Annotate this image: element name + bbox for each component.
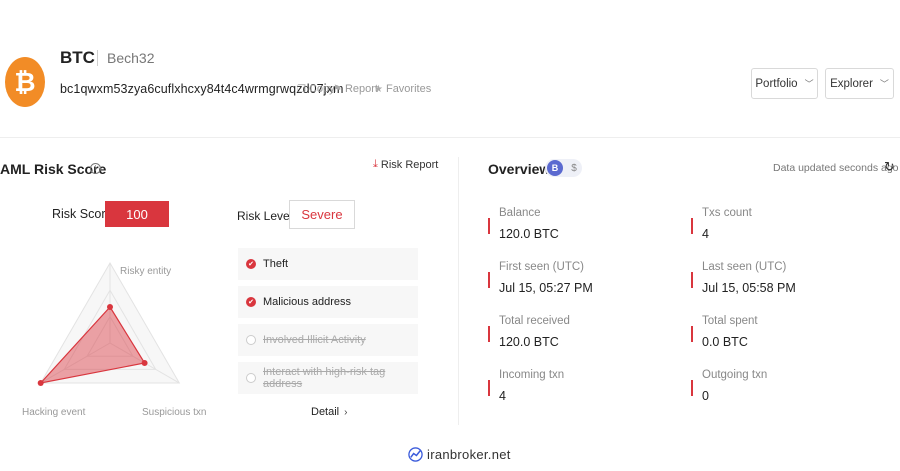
stat-label: Total received xyxy=(499,315,570,327)
risk-level-value: Severe xyxy=(289,200,355,229)
stat-label: Total spent xyxy=(702,315,758,327)
stat-value: 4 xyxy=(499,389,506,403)
stat-label: Txs count xyxy=(702,207,752,219)
report-button[interactable]: ⚑ Report xyxy=(333,83,378,95)
star-icon: ★ xyxy=(374,83,383,95)
portfolio-label: Portfolio xyxy=(755,77,798,90)
copy-label: Copy xyxy=(308,83,335,95)
stat-label: Balance xyxy=(499,207,541,219)
stat-value: 120.0 BTC xyxy=(499,227,559,241)
radar-axis-hacking-event: Hacking event xyxy=(22,407,86,418)
risk-item: ✔ Theft xyxy=(238,248,418,280)
stat-label: Last seen (UTC) xyxy=(702,261,787,273)
risk-item-label: Malicious address xyxy=(263,296,352,308)
risk-report-label: Risk Report xyxy=(380,158,439,171)
stat-value: Jul 15, 05:58 PM xyxy=(702,281,796,295)
empty-circle-icon xyxy=(246,335,256,345)
radar-point xyxy=(107,304,113,310)
stat-value: 0.0 BTC xyxy=(702,335,748,349)
risk-item: ✔ Malicious address xyxy=(238,286,418,318)
chart-trend-icon xyxy=(408,447,423,462)
radar-axis-risky-entity: Risky entity xyxy=(120,266,171,277)
stat-accent-bar xyxy=(488,326,490,342)
refresh-icon[interactable]: ↻ xyxy=(884,160,895,175)
check-icon: ✔ xyxy=(246,297,256,307)
detail-label: Detail xyxy=(311,406,340,418)
stat-value: 120.0 BTC xyxy=(499,335,559,349)
header-divider xyxy=(0,137,900,138)
section-divider xyxy=(458,157,459,425)
info-icon[interactable]: i xyxy=(90,163,101,174)
title-separator xyxy=(97,50,98,66)
favorites-label: Favorites xyxy=(385,83,432,95)
portfolio-dropdown[interactable]: Portfolio ﹀ xyxy=(751,68,818,99)
btc-unit-icon[interactable]: B xyxy=(547,160,563,176)
empty-circle-icon xyxy=(246,373,256,383)
risk-radar-chart: Risky entity Suspicious txn Hacking even… xyxy=(22,262,206,418)
data-updated-text: Data updated seconds ago xyxy=(773,162,899,174)
stat-accent-bar xyxy=(488,272,490,288)
coin-symbol: BTC xyxy=(60,48,95,67)
explorer-label: Explorer xyxy=(830,77,873,90)
risk-item-label: Theft xyxy=(263,258,289,270)
check-icon: ✔ xyxy=(246,259,256,269)
stat-accent-bar xyxy=(691,272,693,288)
stat-accent-bar xyxy=(691,218,693,234)
risk-report-link[interactable]: ⤓ Risk Report xyxy=(373,158,438,171)
stat-accent-bar xyxy=(488,218,490,234)
radar-point xyxy=(141,360,148,366)
risk-item-label: Interact with high-risk tag address xyxy=(263,366,386,390)
stat-label: Incoming txn xyxy=(499,369,565,381)
chevron-down-icon: ﹀ xyxy=(879,79,889,89)
stat-accent-bar xyxy=(488,380,490,396)
address-format: Bech32 xyxy=(107,50,155,66)
download-icon: ⤓ xyxy=(373,158,378,170)
flag-icon: ⚑ xyxy=(333,83,342,95)
stat-accent-bar xyxy=(691,380,693,396)
copy-icon: ❐ xyxy=(297,83,306,95)
risk-item: Interact with high-risk tag address xyxy=(238,362,418,394)
overview-title: Overview xyxy=(488,161,551,177)
watermark-text: iranbroker.net xyxy=(427,447,511,462)
favorites-button[interactable]: ★ Favorites xyxy=(374,83,431,95)
risk-score-value: 100 xyxy=(105,201,169,227)
watermark: iranbroker.net xyxy=(408,447,511,462)
risk-level-label: Risk Level: xyxy=(237,209,296,223)
stat-value: 0 xyxy=(702,389,709,403)
btc-coin-logo: ₿ xyxy=(5,57,45,107)
radar-axis-suspicious-txn: Suspicious txn xyxy=(142,407,206,418)
stat-value: 4 xyxy=(702,227,709,241)
detail-link[interactable]: Detail › xyxy=(311,406,347,418)
stat-label: Outgoing txn xyxy=(702,369,768,381)
risk-item: Involved Illicit Activity xyxy=(238,324,418,356)
risk-item-list: ✔ Theft ✔ Malicious address Involved Illic… xyxy=(238,248,418,400)
usd-unit-icon[interactable]: $ xyxy=(567,160,581,176)
risk-item-label: Involved Illicit Activity xyxy=(263,334,366,346)
stat-label: First seen (UTC) xyxy=(499,261,584,273)
radar-point xyxy=(37,380,44,386)
chevron-down-icon: ﹀ xyxy=(804,79,814,89)
copy-button[interactable]: ❐ Copy xyxy=(297,83,335,95)
stat-value: Jul 15, 05:27 PM xyxy=(499,281,593,295)
chevron-right-icon: › xyxy=(344,406,348,418)
currency-toggle[interactable]: B $ xyxy=(545,159,582,177)
explorer-dropdown[interactable]: Explorer ﹀ xyxy=(825,68,894,99)
stat-accent-bar xyxy=(691,326,693,342)
btc-logo-glyph: ₿ xyxy=(14,67,36,98)
